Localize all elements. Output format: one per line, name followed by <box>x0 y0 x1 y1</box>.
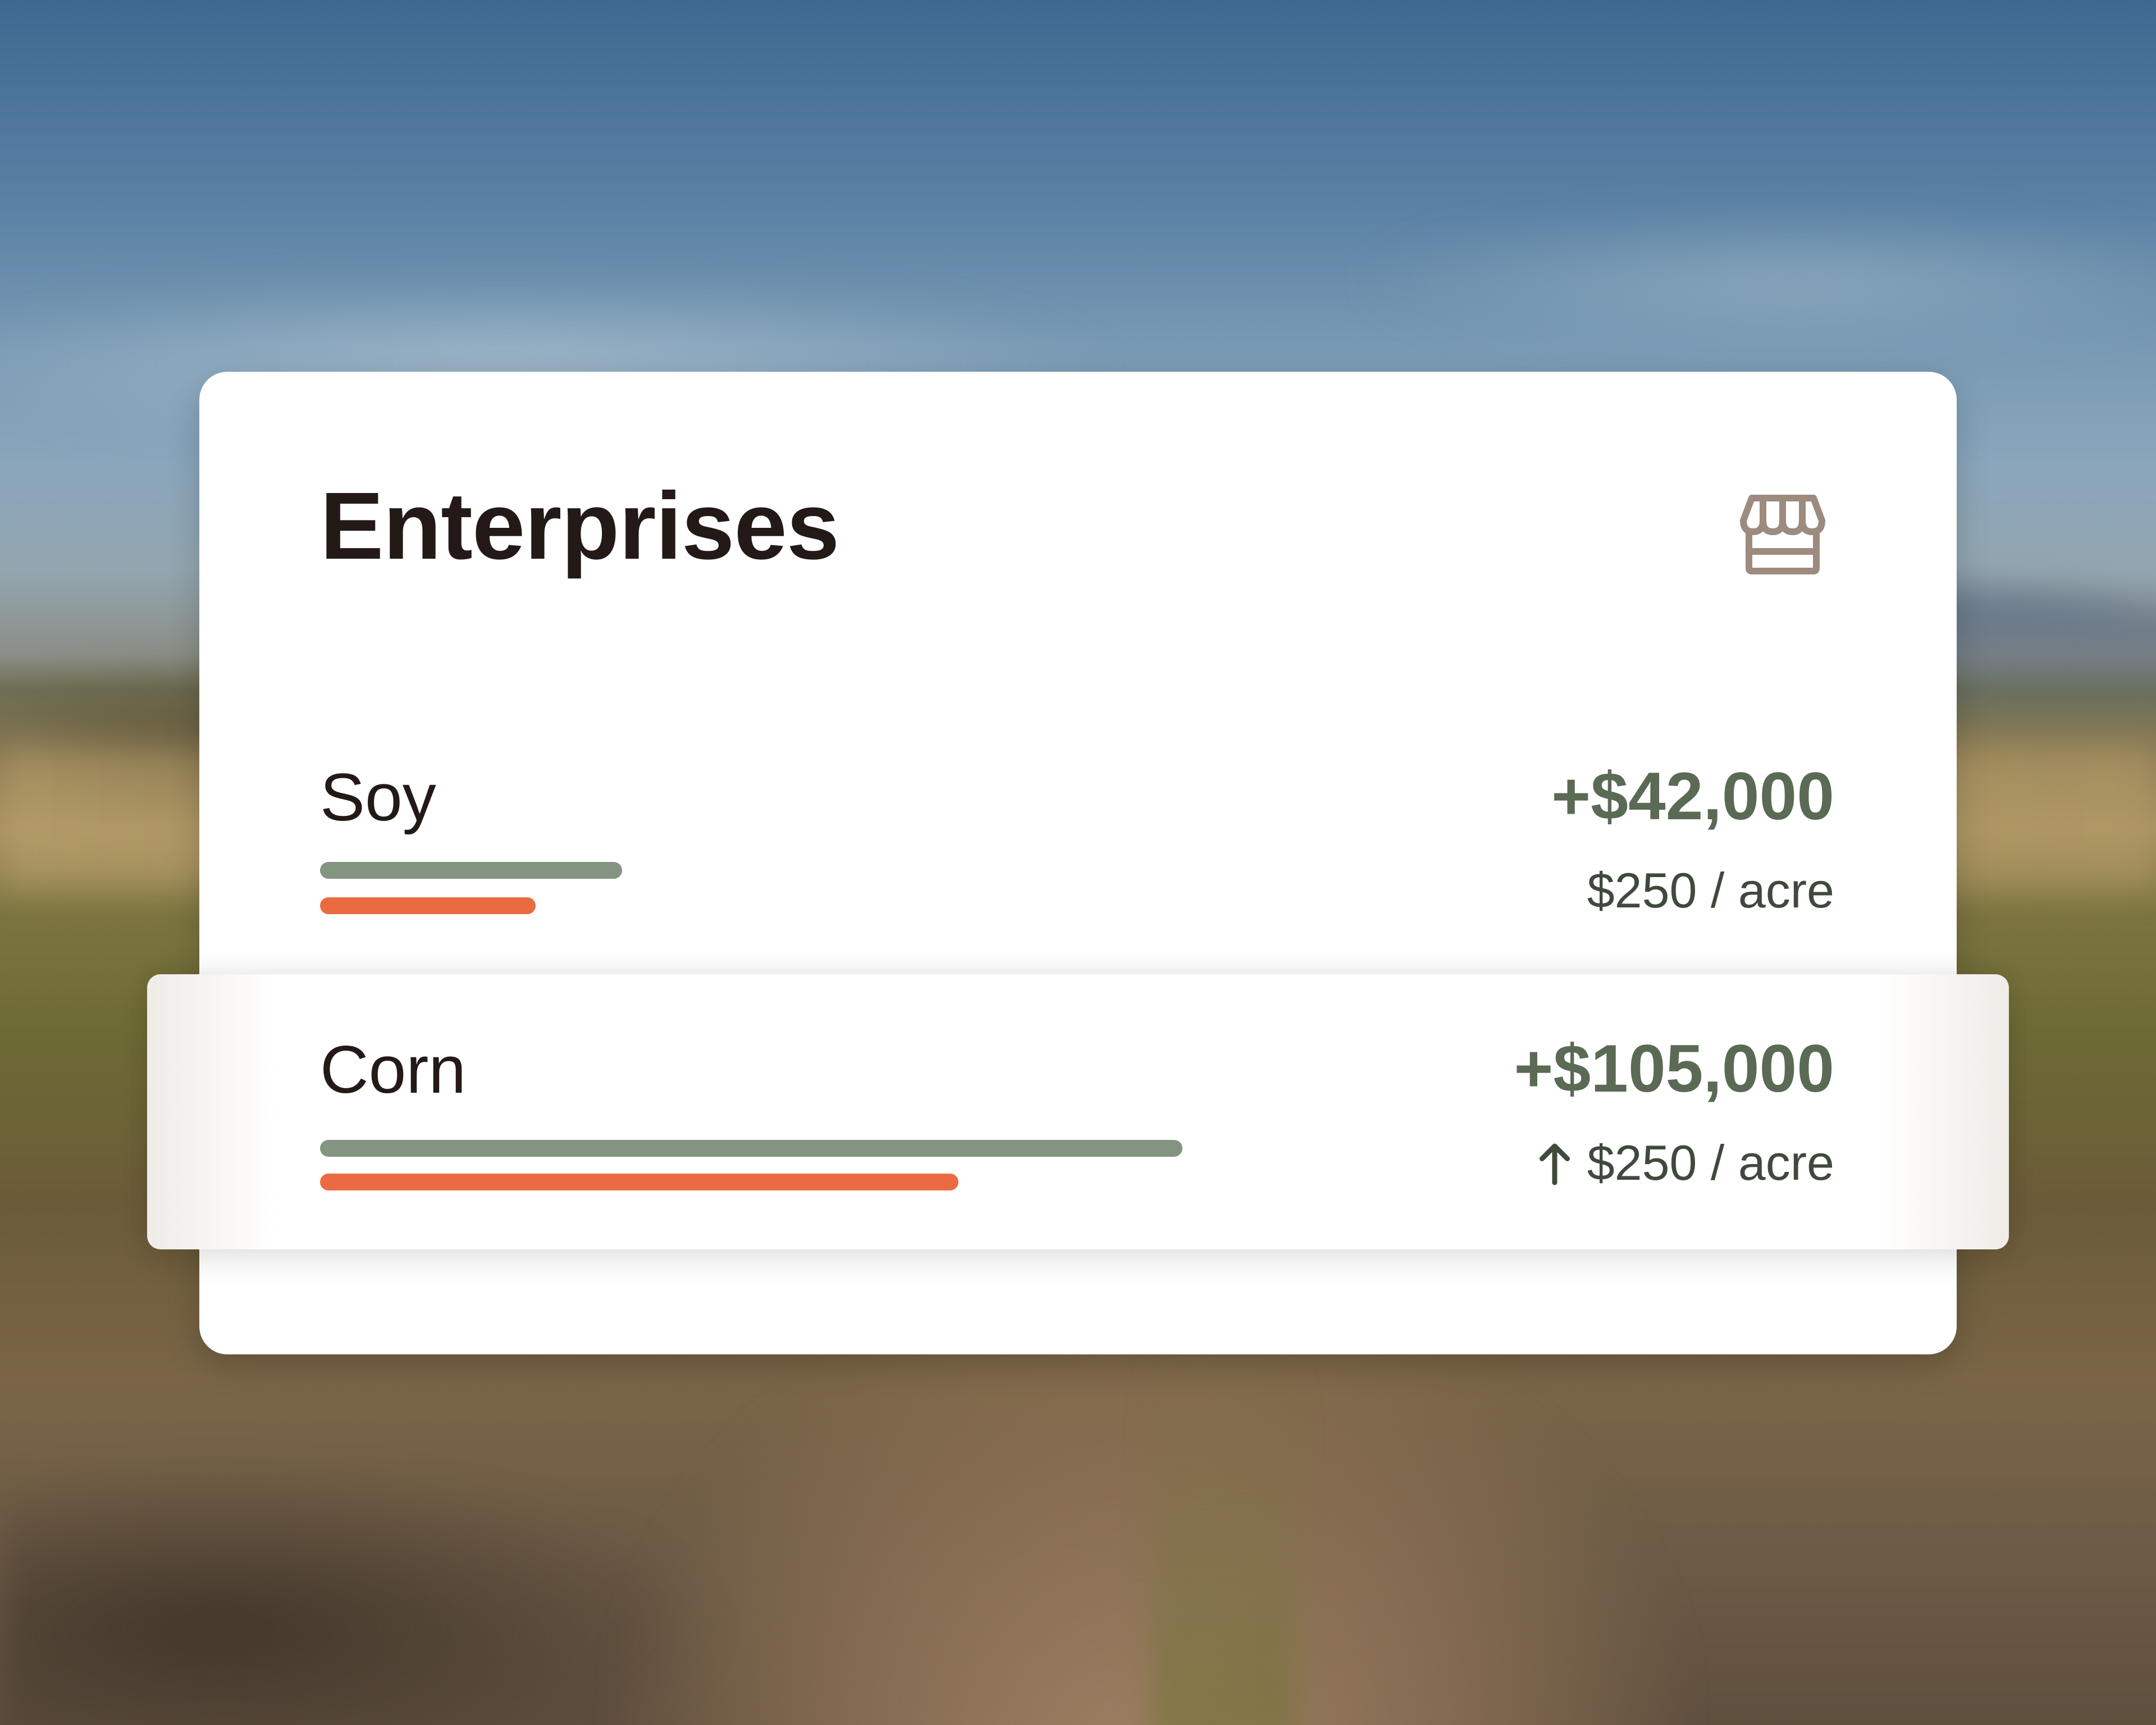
road-grass-strip <box>1151 1348 1297 1725</box>
shadow-area <box>0 1460 730 1725</box>
cloud <box>1347 213 2156 348</box>
progress-bar-secondary <box>320 1174 958 1190</box>
rate-text: $250 / acre <box>1587 1135 1834 1190</box>
storefront-icon[interactable] <box>1738 492 1828 577</box>
enterprise-rate: $250 / acre <box>1587 866 1834 915</box>
enterprise-rate: $250 / acre <box>1538 1138 1834 1188</box>
card-title: Enterprises <box>320 473 839 579</box>
enterprise-row-soy[interactable]: Soy +$42,000 $250 / acre <box>199 713 1957 955</box>
rate-text: $250 / acre <box>1587 862 1834 918</box>
arrow-up-icon <box>1539 1143 1570 1185</box>
progress-bar-primary <box>320 862 622 879</box>
enterprise-name: Soy <box>320 760 436 835</box>
enterprise-amount: +$42,000 <box>1551 759 1834 834</box>
progress-bar-primary <box>320 1140 1182 1157</box>
progress-bar-secondary <box>320 897 536 914</box>
enterprise-name: Corn <box>320 1032 467 1107</box>
stage: Enterprises Soy +$42,000 $250 / acre Cor… <box>0 0 2156 1725</box>
enterprise-amount: +$105,000 <box>1514 1031 1834 1106</box>
enterprise-row-corn[interactable]: Corn +$105,000 $250 / acre <box>147 974 2009 1249</box>
